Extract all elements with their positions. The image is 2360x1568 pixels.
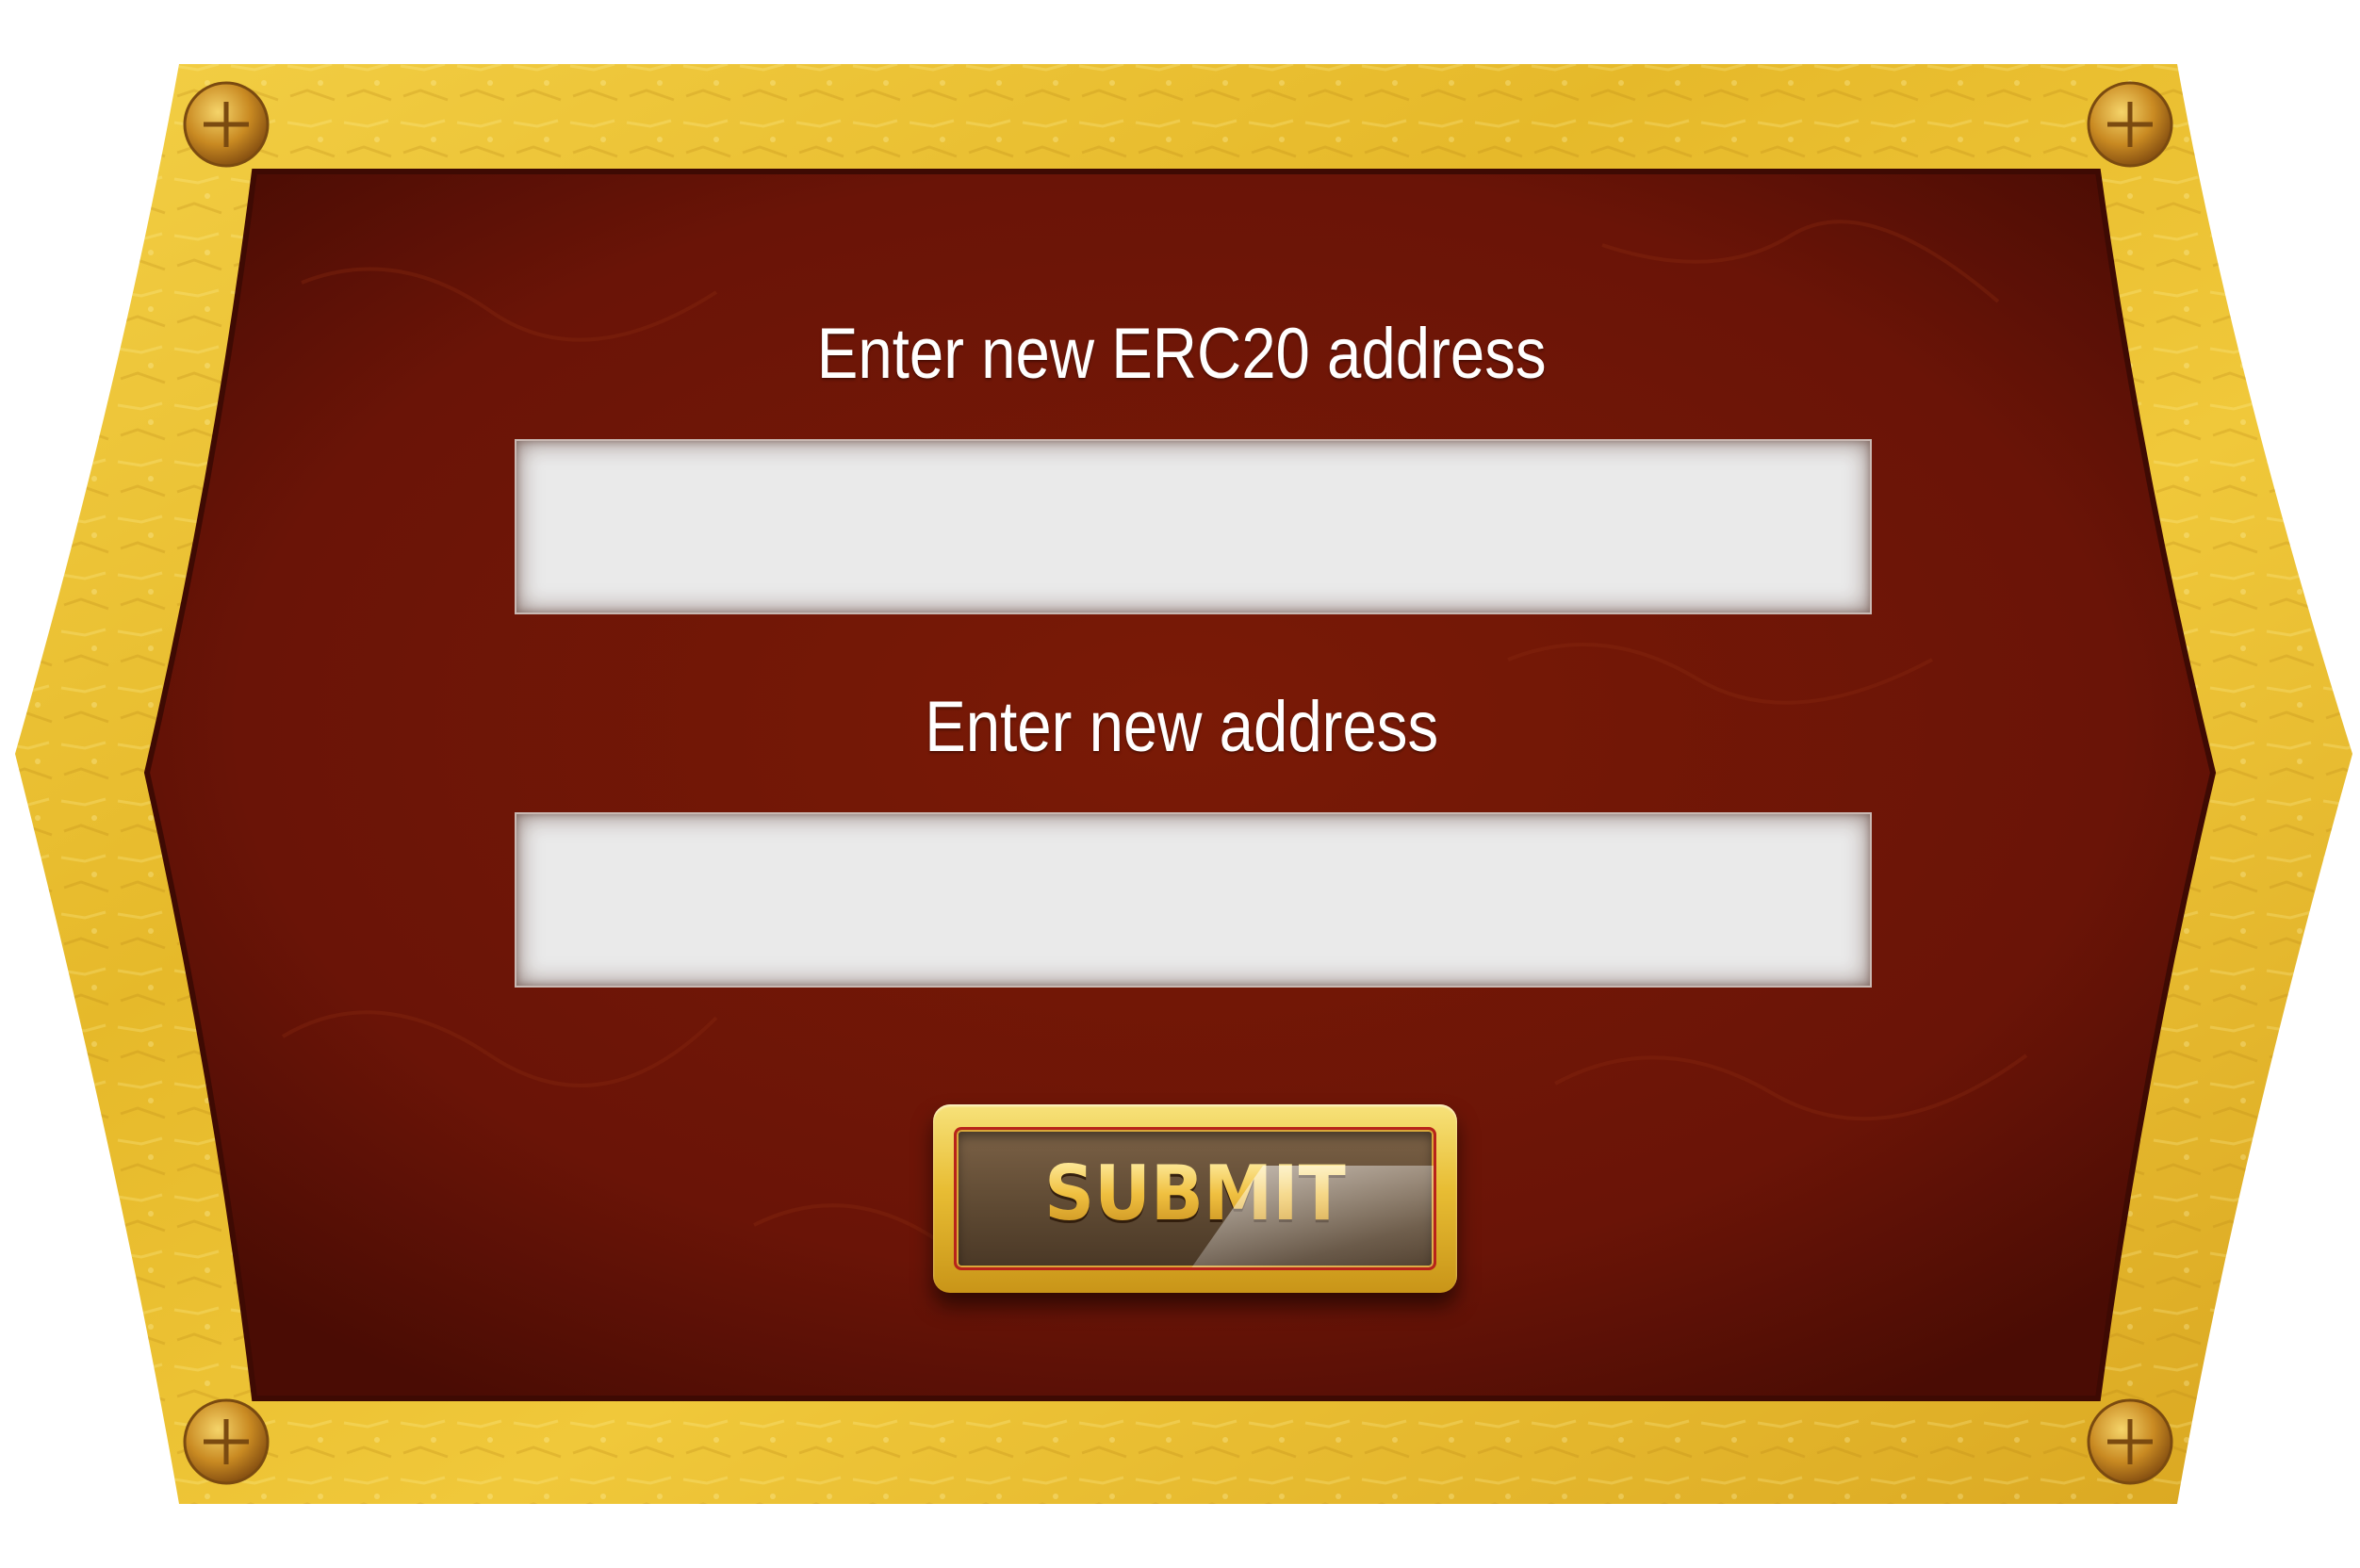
- address-dialog: Enter new ERC20 address Enter new addres…: [0, 0, 2360, 1568]
- screw-icon: [2087, 1398, 2173, 1485]
- submit-button-face[interactable]: SUBMIT: [954, 1127, 1436, 1270]
- erc20-address-label: Enter new ERC20 address: [816, 314, 1547, 394]
- new-address-field-container[interactable]: [515, 812, 1872, 988]
- gold-frame: [15, 64, 2352, 1504]
- screw-icon: [2087, 81, 2173, 168]
- erc20-address-field-container[interactable]: [515, 439, 1872, 614]
- screw-icon: [183, 81, 270, 168]
- new-address-label: Enter new address: [925, 687, 1439, 767]
- new-address-input[interactable]: [516, 814, 1870, 986]
- submit-button[interactable]: SUBMIT: [933, 1104, 1457, 1293]
- erc20-address-input[interactable]: [516, 441, 1870, 612]
- screw-icon: [183, 1398, 270, 1485]
